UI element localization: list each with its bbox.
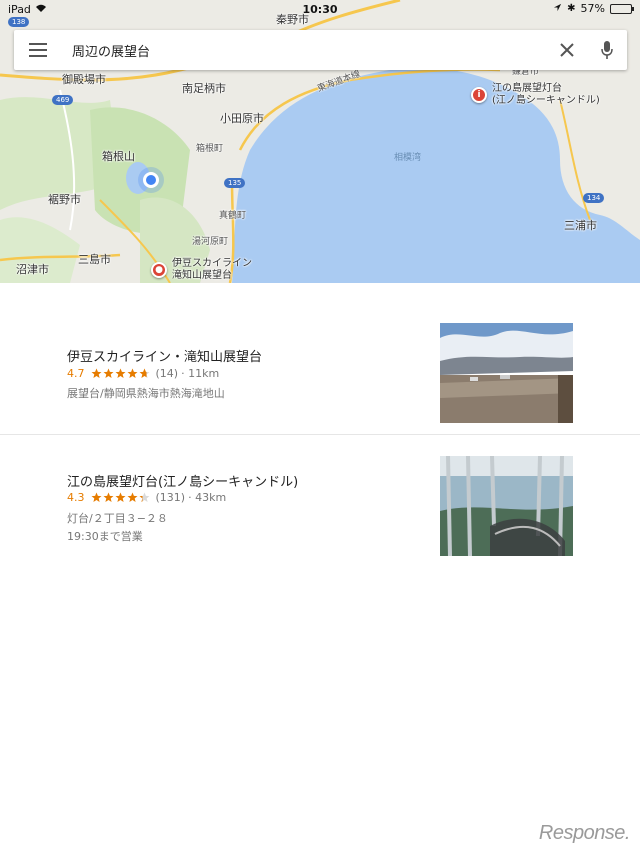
star-rating — [91, 368, 150, 379]
star-icon — [103, 368, 113, 378]
map-label-numazu: 沼津市 — [16, 263, 49, 276]
result-card[interactable]: 江の島展望灯台(江ノ島シーキャンドル) 4.3 (131) · 43km 灯台/… — [0, 435, 640, 587]
map-label-hakoneyama: 箱根山 — [102, 150, 135, 163]
star-icon — [103, 492, 113, 502]
map-label-manazuru: 真鶴町 — [219, 211, 247, 221]
menu-button[interactable] — [14, 30, 62, 70]
map-label-minamiashigara: 南足柄市 — [182, 82, 226, 95]
response-watermark: Response. — [538, 822, 631, 844]
clear-search-button[interactable] — [547, 30, 587, 70]
izu-skyline-pin[interactable]: ● — [151, 262, 167, 278]
map-label-odawara: 小田原市 — [220, 112, 264, 125]
lighthouse-photo — [440, 456, 573, 556]
route-shield-469: 469 — [52, 95, 74, 105]
result-title: 江の島展望灯台(江ノ島シーキャンドル) — [67, 475, 299, 490]
enoshima-pin[interactable]: i — [471, 87, 487, 103]
star-icon — [127, 492, 137, 502]
distance: · 11km — [181, 367, 220, 380]
star-rating — [91, 492, 150, 503]
voice-search-button[interactable] — [587, 30, 627, 70]
distance: · 43km — [188, 491, 227, 504]
hamburger-menu-icon — [29, 43, 47, 57]
route-shield-134: 134 — [583, 193, 605, 203]
star-icon — [115, 368, 125, 378]
close-icon — [560, 43, 574, 57]
review-count: (131) — [155, 491, 186, 504]
star-icon — [127, 368, 137, 378]
battery-percent: 57% — [580, 2, 605, 15]
search-input[interactable]: 周辺の展望台 — [62, 41, 547, 60]
rating-row: 4.3 (131) · 43km — [67, 491, 226, 504]
route-shield-138: 138 — [8, 17, 30, 27]
map-label-mishima: 三島市 — [78, 253, 111, 266]
microphone-icon — [601, 41, 613, 59]
observation-deck-photo — [440, 323, 573, 423]
result-detail: 灯台/２丁目３−２８ — [67, 512, 168, 525]
map-label-sagamiwan: 相模湾 — [394, 153, 422, 163]
star-icon — [91, 492, 101, 502]
current-location-marker — [143, 172, 159, 188]
route-shield-135: 135 — [224, 178, 246, 188]
result-photo[interactable] — [440, 323, 573, 423]
map-label-yugawara: 湯河原町 — [192, 237, 229, 247]
battery-icon — [610, 3, 634, 14]
search-box[interactable]: 周辺の展望台 — [14, 30, 627, 70]
rating-value: 4.3 — [67, 491, 85, 504]
map-label-enoshima-pin: 江の島展望灯台 (江ノ島シーキャンドル) — [492, 83, 600, 106]
map-label-hakone: 箱根町 — [196, 144, 224, 154]
review-count: (14) — [155, 367, 179, 380]
status-right: ✱ 57% — [553, 2, 634, 15]
location-arrow-icon — [553, 2, 562, 15]
star-icon — [91, 368, 101, 378]
bluetooth-icon: ✱ — [567, 3, 576, 14]
result-title: 伊豆スカイライン・滝知山展望台 — [67, 350, 263, 365]
result-photo[interactable] — [440, 456, 573, 556]
result-card[interactable]: 伊豆スカイライン・滝知山展望台 4.7 (14) · 11km 展望台/静岡県熱… — [0, 283, 640, 435]
status-time: 10:30 — [302, 2, 338, 16]
map-label-miura: 三浦市 — [564, 219, 597, 232]
result-detail: 展望台/静岡県熱海市熱海滝地山 — [67, 387, 225, 400]
map-label-izu-pin: 伊豆スカイライン 滝知山展望台 — [172, 258, 252, 281]
map-label-gotemba: 御殿場市 — [62, 73, 106, 86]
results-list: 伊豆スカイライン・滝知山展望台 4.7 (14) · 11km 展望台/静岡県熱… — [0, 283, 640, 587]
star-icon — [115, 492, 125, 502]
status-bar: iPad 10:30 ✱ 57% — [0, 0, 640, 18]
map-label-susono: 裾野市 — [48, 193, 81, 206]
rating-value: 4.7 — [67, 367, 85, 380]
star-icon — [139, 492, 149, 502]
result-hours: 19:30まで営業 — [67, 530, 143, 543]
star-icon — [139, 368, 149, 378]
rating-row: 4.7 (14) · 11km — [67, 367, 219, 380]
